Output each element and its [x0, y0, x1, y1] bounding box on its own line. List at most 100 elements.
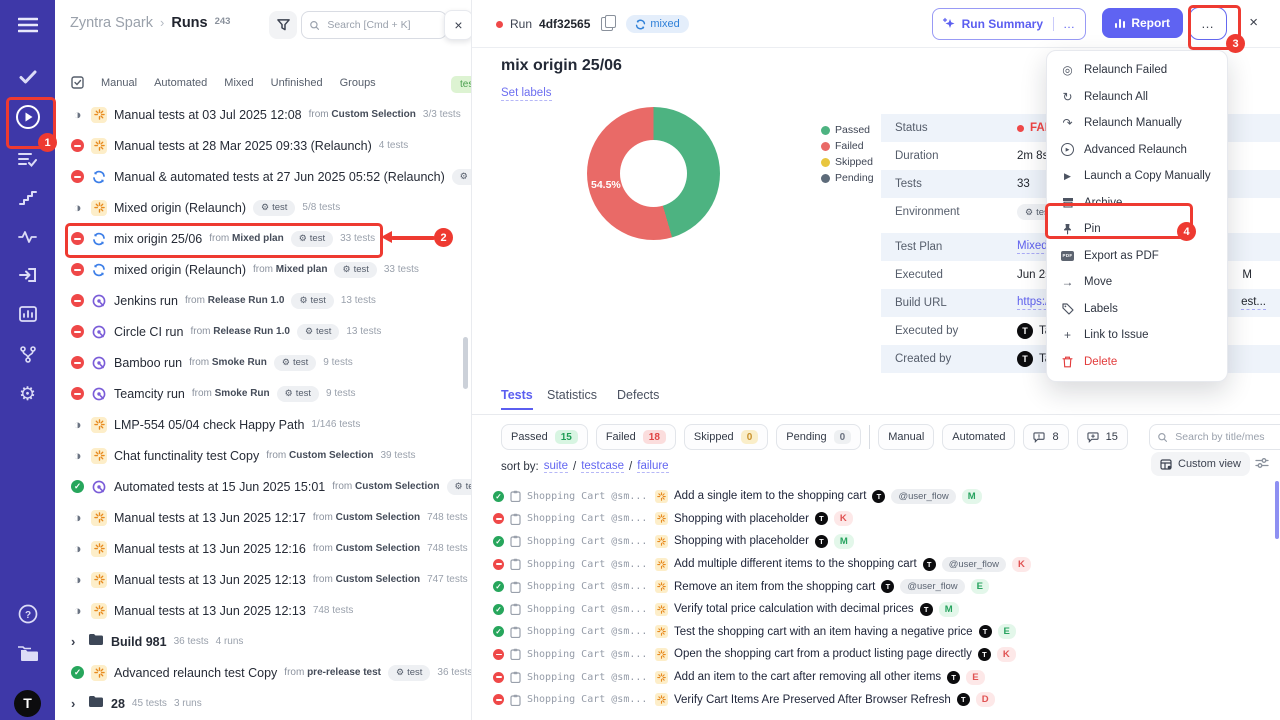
- run-summary-more-icon[interactable]: …: [1053, 17, 1085, 31]
- test-row[interactable]: Shopping Cart @sm... Open the shopping c…: [472, 643, 1280, 666]
- filter-pending[interactable]: Pending0: [776, 424, 861, 450]
- status-failed-icon: [71, 387, 84, 400]
- menu-item-link-issue[interactable]: +Link to Issue: [1047, 322, 1227, 349]
- run-title: Teamcity run: [114, 387, 185, 401]
- tab-unfinished[interactable]: Unfinished: [271, 77, 323, 89]
- activity-pulse-icon[interactable]: [0, 220, 55, 254]
- tasks-check-icon[interactable]: [0, 60, 55, 94]
- list-scrollbar[interactable]: [463, 337, 468, 389]
- run-summary-button[interactable]: Run Summary …: [932, 8, 1086, 40]
- run-group-row[interactable]: › Build 981 36 tests 4 runs: [55, 626, 471, 657]
- run-row[interactable]: Teamcity run from Smoke Run ⚙test 9 test…: [55, 378, 471, 409]
- run-row[interactable]: ◑ Manual tests at 13 Jun 2025 12:13 from…: [55, 564, 471, 595]
- menu-item-relaunch-manually[interactable]: ↷Relaunch Manually: [1047, 110, 1227, 137]
- tab-defects[interactable]: Defects: [617, 388, 659, 402]
- analytics-icon[interactable]: [0, 297, 55, 331]
- breadcrumb-project[interactable]: Zyntra Spark: [70, 15, 153, 31]
- run-row[interactable]: ◑ Chat functinality test Copy from Custo…: [55, 440, 471, 471]
- workspace-avatar[interactable]: T: [0, 686, 55, 720]
- test-row[interactable]: Shopping Cart @sm... Verify Cart Items A…: [472, 688, 1280, 711]
- sliders-icon[interactable]: [1255, 456, 1269, 474]
- test-row[interactable]: Shopping Cart @sm... Add an item to the …: [472, 666, 1280, 689]
- filter-passed[interactable]: Passed15: [501, 424, 588, 450]
- panel-close-button[interactable]: ×: [444, 10, 472, 40]
- branches-icon[interactable]: [0, 337, 55, 371]
- menu-item-labels[interactable]: Labels: [1047, 296, 1227, 323]
- settings-gear-icon[interactable]: ⚙: [0, 377, 55, 411]
- tab-tests[interactable]: Tests: [501, 388, 533, 410]
- detail-close-button[interactable]: ×: [1249, 14, 1258, 31]
- help-icon[interactable]: ?: [0, 597, 55, 631]
- chevron-right-icon[interactable]: ›: [71, 696, 81, 711]
- build-url-suffix[interactable]: est...: [1241, 296, 1266, 310]
- run-row[interactable]: ◑ Manual tests at 03 Jul 2025 12:08 from…: [55, 99, 471, 130]
- test-row[interactable]: Shopping Cart @sm... Shopping with place…: [472, 508, 1280, 531]
- test-row[interactable]: ✓ Shopping Cart @sm... Add a single item…: [472, 485, 1280, 508]
- tag-chip[interactable]: tes: [451, 76, 472, 93]
- run-row[interactable]: mixed origin (Relaunch) from Mixed plan …: [55, 254, 471, 285]
- menu-item-relaunch-all[interactable]: ↻Relaunch All: [1047, 84, 1227, 111]
- filter-automated[interactable]: Automated: [942, 424, 1015, 450]
- chevron-right-icon[interactable]: ›: [71, 634, 81, 649]
- set-labels-link[interactable]: Set labels: [501, 87, 552, 101]
- filter-failed[interactable]: Failed18: [596, 424, 676, 450]
- gear-icon: ⚙: [285, 388, 293, 399]
- sort-by-suite[interactable]: suite: [544, 460, 568, 473]
- runs-search[interactable]: [301, 11, 447, 39]
- status-inprogress-icon: ◑: [71, 201, 84, 214]
- filter-manual[interactable]: Manual: [878, 424, 934, 450]
- tab-manual[interactable]: Manual: [101, 77, 137, 89]
- custom-view-button[interactable]: Custom view: [1151, 452, 1250, 476]
- projects-folder-icon[interactable]: [0, 636, 55, 670]
- run-group-row[interactable]: › 28 45 tests 3 runs: [55, 688, 471, 719]
- menu-item-advanced-relaunch[interactable]: ▶Advanced Relaunch: [1047, 137, 1227, 164]
- run-row[interactable]: ✓ Automated tests at 15 Jun 2025 15:01 f…: [55, 471, 471, 502]
- run-row[interactable]: Manual tests at 28 Mar 2025 09:33 (Relau…: [55, 130, 471, 161]
- filter-funnel-button[interactable]: [269, 11, 297, 39]
- run-row[interactable]: Bamboo run from Smoke Run ⚙test 9 tests: [55, 347, 471, 378]
- menu-item-launch-copy[interactable]: ▶Launch a Copy Manually: [1047, 163, 1227, 190]
- menu-icon[interactable]: [0, 8, 55, 42]
- run-row[interactable]: ◑ Mixed origin (Relaunch) ⚙test 5/8 test…: [55, 192, 471, 223]
- more-actions-button[interactable]: …: [1189, 7, 1227, 40]
- run-row[interactable]: ◑ Manual tests at 13 Jun 2025 12:16 from…: [55, 533, 471, 564]
- tests-scrollbar[interactable]: [1275, 481, 1279, 539]
- tab-groups[interactable]: Groups: [340, 77, 376, 89]
- sort-by-testcase[interactable]: testcase: [581, 460, 624, 473]
- runs-play-icon[interactable]: [0, 100, 55, 134]
- run-row[interactable]: Circle CI run from Release Run 1.0 ⚙test…: [55, 316, 471, 347]
- test-row[interactable]: ✓ Shopping Cart @sm... Remove an item fr…: [472, 575, 1280, 598]
- run-row[interactable]: Manual & automated tests at 27 Jun 2025 …: [55, 161, 471, 192]
- filter-comments-added[interactable]: 15: [1077, 424, 1128, 450]
- tab-statistics[interactable]: Statistics: [547, 388, 597, 402]
- tab-mixed[interactable]: Mixed: [224, 77, 253, 89]
- test-row[interactable]: Shopping Cart @sm... Add multiple differ…: [472, 553, 1280, 576]
- menu-item-archive[interactable]: Archive: [1047, 190, 1227, 217]
- runs-search-input[interactable]: [325, 18, 438, 32]
- menu-item-delete[interactable]: Delete: [1047, 349, 1227, 376]
- report-button[interactable]: Report: [1102, 8, 1183, 38]
- test-row[interactable]: ✓ Shopping Cart @sm... Verify total pric…: [472, 598, 1280, 621]
- run-row[interactable]: Jenkins run from Release Run 1.0 ⚙test 1…: [55, 285, 471, 316]
- steps-icon[interactable]: [0, 181, 55, 215]
- sort-by-failure[interactable]: failure: [637, 460, 668, 473]
- menu-item-move[interactable]: →Move: [1047, 269, 1227, 296]
- filter-skipped[interactable]: Skipped0: [684, 424, 768, 450]
- filter-comments[interactable]: 8: [1023, 424, 1068, 450]
- tests-search[interactable]: [1149, 424, 1280, 450]
- copy-icon[interactable]: [601, 17, 613, 31]
- test-row[interactable]: ✓ Shopping Cart @sm... Test the shopping…: [472, 621, 1280, 644]
- run-row[interactable]: ◑ Manual tests at 13 Jun 2025 12:17 from…: [55, 502, 471, 533]
- menu-item-export-pdf[interactable]: PDFExport as PDF: [1047, 243, 1227, 270]
- import-runs-icon[interactable]: [0, 258, 55, 292]
- menu-item-relaunch-failed[interactable]: ◎Relaunch Failed: [1047, 57, 1227, 84]
- select-all-icon[interactable]: [71, 76, 84, 89]
- slice-label-failed: 54.5%: [591, 179, 621, 191]
- run-row[interactable]: ◑ LMP-554 05/04 check Happy Path 1/146 t…: [55, 409, 471, 440]
- run-row[interactable]: ◑ Manual tests at 13 Jun 2025 12:13 748 …: [55, 595, 471, 626]
- tests-search-input[interactable]: [1173, 430, 1280, 444]
- tab-automated[interactable]: Automated: [154, 77, 207, 89]
- menu-item-pin[interactable]: Pin: [1047, 216, 1227, 243]
- run-row[interactable]: ✓ Advanced relaunch test Copy from pre-r…: [55, 657, 471, 688]
- test-row[interactable]: ✓ Shopping Cart @sm... Shopping with pla…: [472, 530, 1280, 553]
